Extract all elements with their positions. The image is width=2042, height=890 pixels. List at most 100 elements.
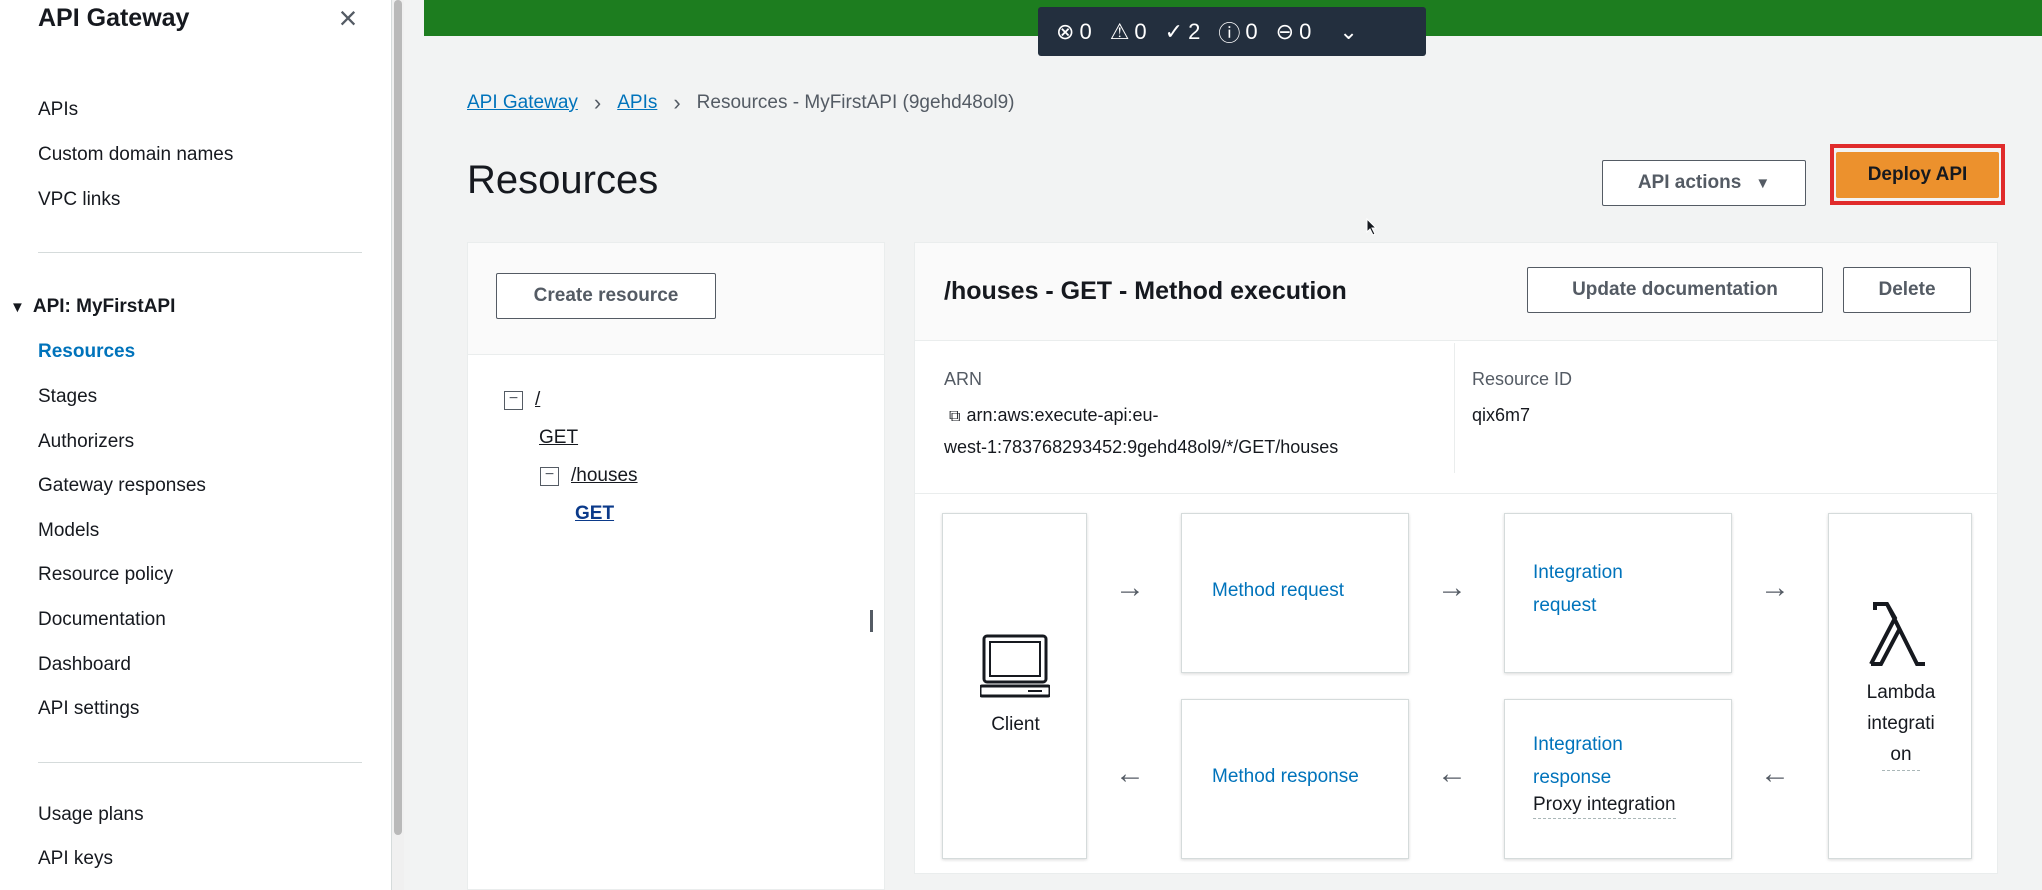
sidebar-item-resource-policy[interactable]: Resource policy: [38, 564, 173, 586]
sidebar-item-documentation[interactable]: Documentation: [38, 609, 166, 631]
lambda-integration-box[interactable]: Lambda integrati on: [1828, 513, 1972, 859]
sidebar-item-authorizers[interactable]: Authorizers: [38, 431, 134, 453]
lambda-icon: [1865, 600, 1931, 675]
pending-counter: ⊖ 0: [1276, 19, 1312, 45]
arrow-left-icon: ←: [1115, 757, 1145, 790]
success-icon: ✓: [1164, 18, 1184, 44]
tree-method-houses-get[interactable]: GET: [575, 503, 614, 525]
info-counter: ⓘ 0: [1218, 16, 1257, 48]
warning-icon: ⚠: [1109, 18, 1130, 44]
integration-response-line-2: response: [1533, 767, 1612, 788]
sidebar-divider: [38, 762, 362, 763]
lambda-label-line-1: Lambda: [1866, 682, 1936, 703]
tree-row-root-get: GET: [539, 427, 578, 449]
error-count: 0: [1079, 18, 1092, 44]
chevron-right-icon: ›: [673, 90, 681, 115]
tree-row-root: − /: [504, 389, 540, 411]
breadcrumb: API Gateway › APIs › Resources - MyFirst…: [467, 90, 1015, 116]
integration-request-box[interactable]: Integration request: [1504, 513, 1732, 673]
arn-label: ARN: [944, 369, 983, 389]
sidebar: API Gateway × APIs Custom domain names V…: [0, 0, 392, 890]
sidebar-item-apis[interactable]: APIs: [38, 99, 78, 121]
collapse-icon[interactable]: −: [504, 390, 523, 410]
sidebar-item-vpc-links[interactable]: VPC links: [38, 189, 120, 211]
integration-request-link[interactable]: Integration request: [1533, 556, 1623, 622]
success-count: 2: [1188, 18, 1201, 44]
info-count: 0: [1245, 18, 1258, 44]
delete-button[interactable]: Delete: [1843, 267, 1971, 313]
integration-request-line-2: request: [1533, 595, 1597, 616]
tree-row-houses: − /houses: [540, 465, 638, 487]
integration-response-box[interactable]: Integration response Proxy integration: [1504, 699, 1732, 859]
arn-line-1: arn:aws:execute-api:eu-: [966, 405, 1159, 425]
update-documentation-button[interactable]: Update documentation: [1527, 267, 1823, 313]
info-divider: [1454, 343, 1455, 473]
method-response-box[interactable]: Method response: [1181, 699, 1409, 859]
sidebar-item-api-keys[interactable]: API keys: [38, 848, 113, 870]
error-counter: ⊗ 0: [1056, 19, 1092, 45]
lambda-integration-label[interactable]: Lambda integrati on: [1829, 677, 1973, 771]
page-title: Resources: [467, 158, 659, 202]
tree-method-root-get[interactable]: GET: [539, 427, 578, 449]
sidebar-item-dashboard[interactable]: Dashboard: [38, 654, 131, 676]
api-actions-label: API actions: [1637, 172, 1742, 193]
method-execution-title: /houses - GET - Method execution: [944, 277, 1347, 305]
copy-icon[interactable]: ⧉: [949, 408, 960, 425]
sidebar-item-api-settings[interactable]: API settings: [38, 698, 139, 720]
tree-resource-houses[interactable]: /houses: [571, 465, 638, 487]
breadcrumb-apis[interactable]: APIs: [617, 92, 657, 114]
pending-count: 0: [1299, 18, 1312, 44]
sidebar-item-gateway-responses[interactable]: Gateway responses: [38, 475, 206, 497]
collapse-icon[interactable]: −: [540, 466, 559, 486]
tree-row-houses-get: GET: [575, 503, 614, 525]
integration-request-line-1: Integration: [1533, 562, 1623, 583]
arrow-right-icon: →: [1437, 571, 1467, 604]
sidebar-scrollbar[interactable]: [392, 0, 404, 890]
warning-count: 0: [1134, 18, 1147, 44]
status-counter-bar[interactable]: ⊗ 0 ⚠ 0 ✓ 2 ⓘ 0 ⊖ 0 ⌄: [1038, 7, 1426, 56]
method-request-box[interactable]: Method request: [1181, 513, 1409, 673]
sidebar-divider: [38, 252, 362, 253]
highlight-box: [1830, 144, 2005, 205]
create-resource-button[interactable]: Create resource: [496, 273, 716, 319]
sidebar-item-stages[interactable]: Stages: [38, 386, 97, 408]
breadcrumb-api-gateway[interactable]: API Gateway: [467, 92, 578, 114]
panel-resize-handle[interactable]: [870, 610, 878, 632]
resource-tree-panel: Create resource − / GET − /houses GET: [467, 242, 885, 890]
lambda-label-line-3: on: [1882, 739, 1920, 771]
resource-id-value: qix6m7: [1472, 405, 1531, 425]
lambda-label-line-2: integrati: [1867, 713, 1935, 734]
chevron-right-icon: ›: [593, 90, 602, 115]
method-request-link[interactable]: Method request: [1212, 574, 1344, 607]
sidebar-section-label: API: MyFirstAPI: [32, 296, 176, 317]
sidebar-item-usage-plans[interactable]: Usage plans: [38, 804, 144, 826]
close-icon[interactable]: ×: [330, 0, 366, 36]
sidebar-item-resources[interactable]: Resources: [38, 341, 135, 363]
caret-down-icon: ▼: [1755, 174, 1771, 192]
sidebar-item-custom-domain-names[interactable]: Custom domain names: [38, 144, 233, 166]
arn-line-2: west-1:783768293452:9gehd48ol9/*/GET/hou…: [944, 437, 1339, 457]
integration-response-link[interactable]: Integration response: [1533, 728, 1623, 794]
arn-value: ⧉ arn:aws:execute-api:eu-: [949, 399, 1159, 433]
chevron-down-icon[interactable]: ⌄: [1339, 19, 1357, 45]
api-actions-button[interactable]: API actions ▼: [1602, 160, 1806, 206]
section-divider: [915, 493, 1997, 494]
info-icon: ⓘ: [1218, 20, 1241, 46]
scrollbar-thumb[interactable]: [394, 0, 402, 835]
client-box: Client: [942, 513, 1087, 859]
method-execution-panel: /houses - GET - Method execution Update …: [914, 242, 1998, 874]
client-label: Client: [991, 714, 1040, 735]
sidebar-section-api[interactable]: ▼ API: MyFirstAPI: [10, 296, 175, 318]
method-response-link[interactable]: Method response: [1212, 760, 1359, 793]
resource-id-label: Resource ID: [1472, 369, 1573, 389]
caret-down-icon: ▼: [10, 299, 25, 316]
tree-resource-root[interactable]: /: [535, 389, 540, 411]
warning-counter: ⚠ 0: [1110, 19, 1147, 45]
mouse-cursor-icon: [1366, 217, 1378, 241]
arrow-left-icon: ←: [1437, 757, 1467, 790]
arrow-left-icon: ←: [1760, 757, 1790, 790]
sidebar-title: API Gateway: [38, 4, 190, 32]
breadcrumb-current: Resources - MyFirstAPI (9gehd48ol9): [696, 92, 1015, 113]
sidebar-item-models[interactable]: Models: [38, 520, 99, 542]
laptop-icon: [978, 634, 1052, 705]
